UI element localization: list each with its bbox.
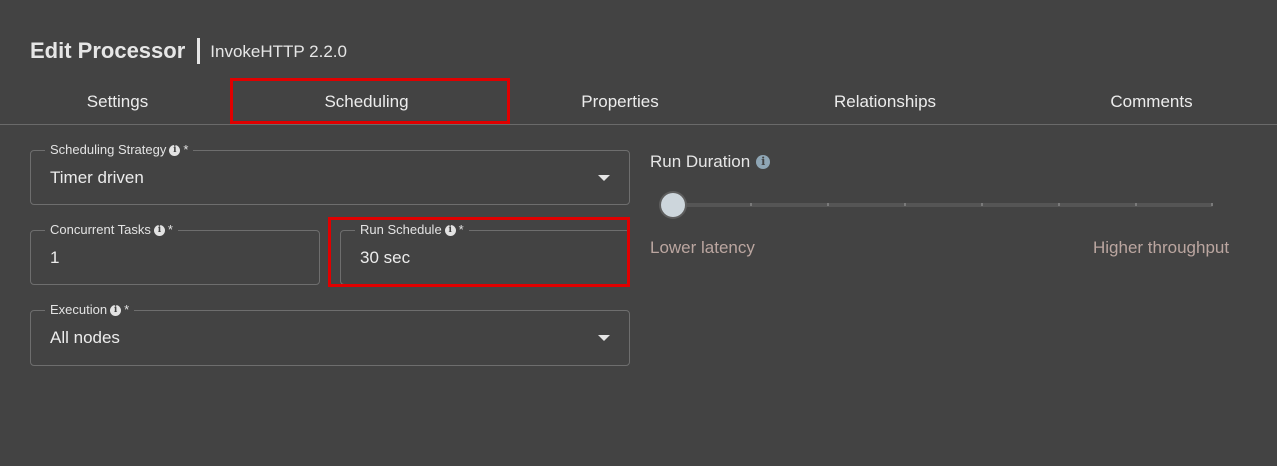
- concurrent-tasks-field[interactable]: Concurrent Tasks i * 1: [30, 222, 320, 285]
- slider-tick: [1135, 203, 1137, 206]
- run-schedule-label: Run Schedule i *: [355, 222, 469, 238]
- active-tab-indicator: [240, 121, 493, 123]
- info-icon[interactable]: i: [444, 224, 456, 236]
- run-duration-slider-thumb[interactable]: [661, 193, 685, 217]
- tab-comments[interactable]: Comments: [1060, 80, 1243, 124]
- slider-tick: [750, 203, 752, 206]
- info-icon[interactable]: i: [169, 144, 181, 156]
- execution-label: Execution i *: [45, 302, 135, 318]
- execution-value: All nodes: [50, 328, 120, 347]
- info-icon[interactable]: i: [756, 155, 771, 169]
- tab-scheduling[interactable]: Scheduling: [240, 80, 493, 124]
- execution-select[interactable]: Execution i * All nodes: [30, 302, 630, 366]
- info-icon[interactable]: i: [110, 304, 122, 316]
- scheduling-strategy-value: Timer driven: [50, 168, 144, 187]
- run-schedule-value[interactable]: 30 sec: [360, 248, 410, 268]
- slider-tick: [1211, 203, 1213, 206]
- run-schedule-field[interactable]: Run Schedule i * 30 sec: [340, 222, 630, 285]
- tab-properties[interactable]: Properties: [530, 80, 710, 124]
- scheduling-strategy-select[interactable]: Scheduling Strategy i * Timer driven: [30, 142, 630, 205]
- info-icon[interactable]: i: [153, 224, 165, 236]
- slider-tick: [981, 203, 983, 206]
- processor-type-label: InvokeHTTP 2.2.0: [210, 42, 347, 61]
- title-separator: [197, 38, 201, 64]
- caret-down-icon[interactable]: [598, 175, 610, 181]
- concurrent-tasks-label: Concurrent Tasks i *: [45, 222, 178, 238]
- concurrent-tasks-value[interactable]: 1: [50, 248, 59, 268]
- slider-tick: [904, 203, 906, 206]
- caret-down-icon[interactable]: [598, 335, 610, 341]
- run-duration-label: Run Duration i: [650, 152, 771, 172]
- tab-settings[interactable]: Settings: [30, 80, 205, 124]
- dialog-title: Edit Processor: [30, 38, 186, 63]
- tab-bar: Settings Scheduling Properties Relations…: [0, 80, 1277, 125]
- run-duration-slider-track[interactable]: [673, 203, 1213, 207]
- dialog-header: Edit Processor InvokeHTTP 2.2.0: [30, 36, 347, 66]
- tab-relationships[interactable]: Relationships: [785, 80, 985, 124]
- lower-latency-caption: Lower latency: [650, 238, 755, 257]
- slider-tick: [827, 203, 829, 206]
- higher-throughput-caption: Higher throughput: [1093, 238, 1230, 257]
- slider-tick: [1058, 203, 1060, 206]
- scheduling-strategy-label: Scheduling Strategy i *: [45, 142, 194, 158]
